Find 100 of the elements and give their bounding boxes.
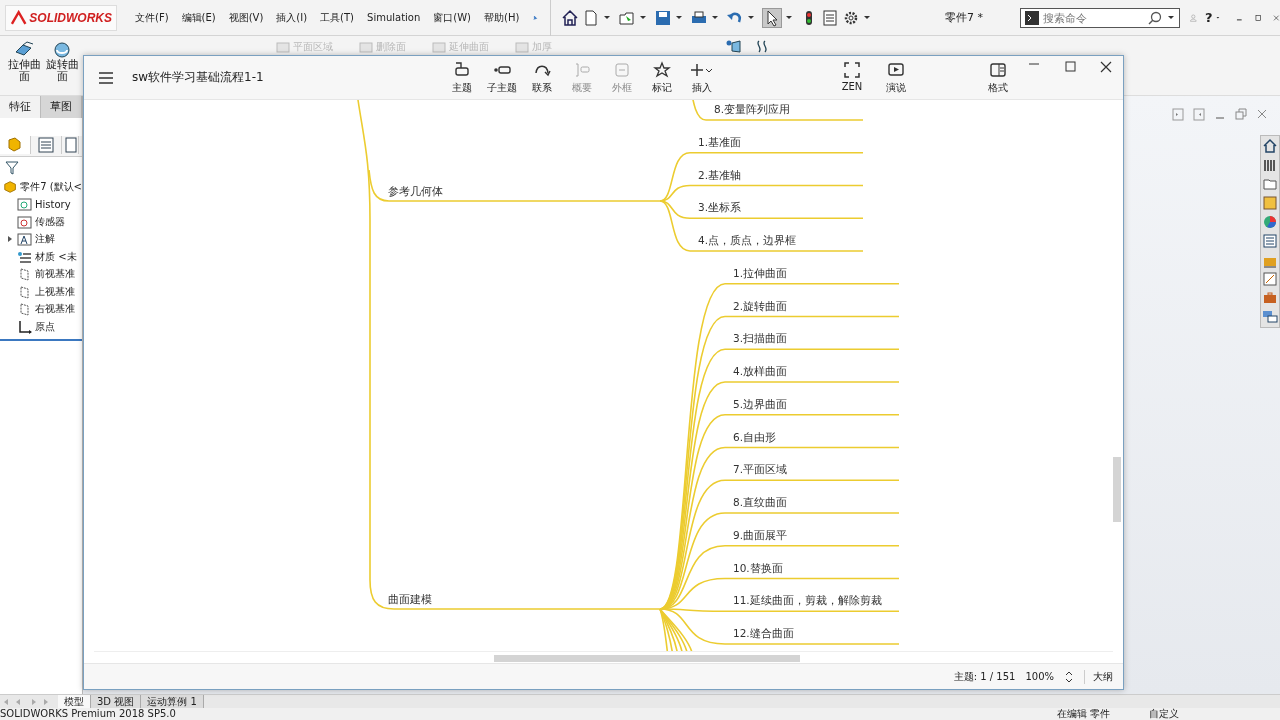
caret-icon[interactable] <box>785 13 793 22</box>
tree-item[interactable]: 上视基准 <box>0 283 82 301</box>
part-icon[interactable] <box>0 136 31 154</box>
subtopic-label[interactable]: 1.基准面 <box>698 132 742 151</box>
configuration-icon[interactable] <box>62 136 79 154</box>
toolbar-button[interactable]: 子主题 <box>487 60 517 95</box>
tree-item[interactable]: 原点 <box>0 318 82 336</box>
cursor-icon[interactable] <box>762 7 782 28</box>
toolbar-button[interactable]: ZEN <box>837 60 867 95</box>
subtopic-label[interactable]: 6.自由形 <box>733 427 777 446</box>
subtopic-label[interactable]: 2.基准轴 <box>698 165 742 184</box>
stepper-icon[interactable] <box>1064 669 1074 684</box>
curve-icon[interactable] <box>754 40 770 53</box>
save-icon[interactable] <box>654 8 672 27</box>
menu-item[interactable]: Simulation <box>367 12 421 23</box>
tree-item[interactable]: 零件7 (默认< <box>0 178 82 196</box>
filter-icon[interactable] <box>5 160 19 176</box>
topic-label[interactable]: 参考几何体 <box>388 182 443 200</box>
caret-icon[interactable] <box>603 13 611 22</box>
subtopic-label[interactable]: 1.拉伸曲面 <box>733 263 788 282</box>
search-input[interactable]: 搜索命令 <box>1043 11 1144 24</box>
subtopic-label[interactable]: 2.旋转曲面 <box>733 296 788 315</box>
scrollbar-thumb[interactable] <box>1113 457 1121 522</box>
menu-item[interactable]: 文件(F) <box>135 10 169 25</box>
caret-icon[interactable] <box>711 13 719 22</box>
menu-item[interactable]: 插入(I) <box>276 10 308 25</box>
toolbar-button[interactable]: 插入 <box>687 60 717 95</box>
scrollbar-thumb[interactable] <box>494 655 800 662</box>
properties-icon[interactable] <box>1262 233 1278 249</box>
custom-properties-icon[interactable] <box>1262 271 1278 287</box>
toolbar-button[interactable]: 格式 <box>983 60 1013 95</box>
zoom-level[interactable]: 100% <box>1025 671 1054 682</box>
toolbar-button[interactable]: 主题 <box>447 60 477 95</box>
units-selector[interactable]: 自定义 <box>1149 708 1179 720</box>
tree-item[interactable]: 注解 <box>0 230 82 248</box>
briefcase-icon[interactable] <box>1262 290 1278 306</box>
chat-icon[interactable] <box>1262 309 1278 325</box>
topic-icon <box>453 60 471 79</box>
folder-icon[interactable] <box>1262 176 1278 192</box>
topic-label[interactable]: 曲面建模 <box>388 590 432 608</box>
tree-item[interactable]: 前视基准 <box>0 265 82 283</box>
menu-item[interactable]: 窗口(W) <box>433 10 471 25</box>
home-icon[interactable] <box>1262 138 1278 154</box>
subtopic-label[interactable]: 4.放样曲面 <box>733 362 788 380</box>
caret-icon[interactable] <box>747 13 755 22</box>
subtopic-label[interactable]: 3.扫描曲面 <box>733 329 788 348</box>
menu-item[interactable]: 视图(V) <box>228 10 264 25</box>
home-icon[interactable] <box>561 8 579 27</box>
subtopic-label[interactable]: 4.点，质点，边界框 <box>698 231 797 249</box>
caret-icon[interactable] <box>639 13 647 22</box>
document-tab[interactable]: 运动算例 1 <box>141 695 204 708</box>
panel-tab[interactable]: 特征 <box>0 96 41 118</box>
close-icon[interactable] <box>1099 60 1113 74</box>
search-icon <box>1147 10 1164 25</box>
tree-item[interactable]: 传感器 <box>0 213 82 231</box>
help-button[interactable]: ? <box>1204 10 1213 25</box>
caret-icon <box>1167 13 1176 22</box>
subtopic-label[interactable]: 8.直纹曲面 <box>733 493 788 511</box>
dock-left-icon[interactable] <box>1172 108 1184 121</box>
subtopic-label[interactable]: 10.替换面 <box>733 558 783 577</box>
toolbar-button[interactable]: 联系 <box>527 60 557 95</box>
document-tab[interactable]: 模型 <box>58 695 91 708</box>
restore-icon[interactable] <box>1235 108 1247 121</box>
menu-item[interactable]: 帮助(H) <box>484 10 520 25</box>
menu-item[interactable]: 编辑(E) <box>181 10 216 25</box>
caret-icon[interactable] <box>863 13 871 22</box>
panel-tab[interactable]: 草图 <box>41 96 82 118</box>
subtopic-label[interactable]: 8.变量阵列应用 <box>714 100 791 118</box>
subtopic-label[interactable]: 5.边界曲面 <box>733 394 788 413</box>
search-bar[interactable]: 搜索命令 <box>1020 7 1181 28</box>
subtopic-label[interactable]: 11.延续曲面，剪裁，解除剪裁 <box>733 591 882 610</box>
tree-item[interactable]: History <box>0 195 82 213</box>
subtopic-label[interactable]: 7.平面区域 <box>733 460 788 479</box>
appearance-icon[interactable] <box>1262 214 1278 230</box>
toolbar-button[interactable]: 演说 <box>881 60 911 95</box>
expand-arrow-icon[interactable] <box>6 235 14 244</box>
subtopic-label[interactable]: 9.曲面展平 <box>733 525 788 544</box>
branch-lines-drawing <box>659 608 694 651</box>
plane-icon <box>17 267 32 282</box>
material-icon <box>17 249 32 264</box>
document-title: 零件7 * <box>945 10 984 25</box>
command-button[interactable]: 拉伸曲面 <box>6 40 42 82</box>
menu-icon[interactable] <box>98 70 114 85</box>
origin-icon <box>17 319 32 334</box>
menu-item[interactable]: 工具(T) <box>320 10 355 25</box>
caret-icon[interactable] <box>675 13 683 22</box>
tree-item[interactable]: 材质 <未 <box>0 248 82 266</box>
subtopic-label[interactable]: 3.坐标系 <box>698 198 742 217</box>
command-button[interactable]: 旋转曲面 <box>44 40 80 82</box>
document-tab[interactable]: 3D 视图 <box>91 695 142 708</box>
toolbar-button[interactable]: 标记 <box>647 60 677 95</box>
view-palette-icon[interactable] <box>1262 195 1278 211</box>
subtopic-label[interactable]: 12.缝合曲面 <box>733 624 794 642</box>
outline-button[interactable]: 大纲 <box>1084 669 1113 684</box>
maximize-icon[interactable] <box>1063 60 1077 74</box>
plane-icon <box>17 302 32 317</box>
dock-right-icon[interactable] <box>1193 108 1205 121</box>
split-line-icon[interactable] <box>726 40 742 53</box>
tree-item[interactable]: 右视基准 <box>0 300 82 318</box>
library-icon[interactable] <box>1262 157 1278 173</box>
